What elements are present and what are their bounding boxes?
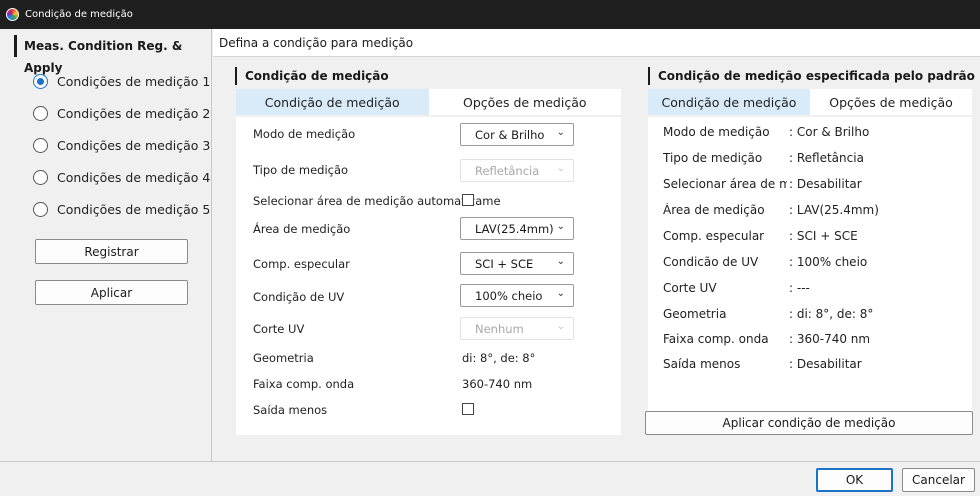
std-geometry-label: Geometria bbox=[663, 307, 727, 321]
standard-section-title: Condição de medição especificada pelo pa… bbox=[648, 67, 975, 85]
type-label: Tipo de medição bbox=[253, 163, 349, 177]
std-minus-output-label: Saída menos bbox=[663, 357, 741, 371]
wavelength-value: 360-740 nm bbox=[462, 377, 533, 391]
wavelength-label: Faixa comp. onda bbox=[253, 377, 355, 391]
std-mode-value: : Cor & Brilho bbox=[789, 125, 870, 139]
chevron-down-icon: ⌄ bbox=[556, 221, 565, 232]
radio-label: Condições de medição 4 bbox=[57, 170, 211, 185]
left-panel: Meas. Condition Reg. & Apply Condições d… bbox=[0, 29, 212, 461]
std-specular-label: Comp. especular bbox=[663, 229, 765, 243]
condition-radio-1[interactable]: Condições de medição 1 bbox=[33, 74, 210, 89]
std-type-value: : Refletância bbox=[789, 151, 864, 165]
tab-measurement-condition[interactable]: Condição de medição bbox=[236, 89, 429, 115]
uv-label: Condição de UV bbox=[253, 290, 345, 304]
chevron-down-icon: ⌄ bbox=[556, 256, 565, 267]
area-select[interactable]: LAV(25.4mm) ⌄ bbox=[460, 217, 574, 240]
standard-tabs: Condição de medição Opções de medição bbox=[648, 89, 972, 115]
apply-condition-button[interactable]: Aplicar condição de medição bbox=[645, 411, 973, 435]
std-geometry-value: : di: 8°, de: 8° bbox=[789, 307, 874, 321]
condition-tabs: Condição de medição Opções de medição bbox=[236, 89, 621, 115]
uv-value: 100% cheio bbox=[475, 288, 543, 303]
radio-label: Condições de medição 2 bbox=[57, 106, 211, 121]
chevron-down-icon: ⌄ bbox=[556, 127, 565, 138]
radio-button[interactable] bbox=[33, 74, 48, 89]
std-area-value: : LAV(25.4mm) bbox=[789, 203, 879, 217]
radio-button[interactable] bbox=[33, 202, 48, 217]
dialog-footer: OK Cancelar bbox=[0, 461, 980, 496]
color-wheel-icon bbox=[6, 8, 19, 21]
std-specular-value: : SCI + SCE bbox=[789, 229, 858, 243]
auto-area-checkbox[interactable] bbox=[462, 194, 474, 206]
std-area-label: Área de medição bbox=[663, 203, 765, 217]
specular-label: Comp. especular bbox=[253, 257, 350, 271]
condition-radio-2[interactable]: Condições de medição 2 bbox=[33, 106, 210, 121]
radio-label: Condições de medição 1 bbox=[57, 74, 211, 89]
apply-button[interactable]: Aplicar bbox=[35, 280, 188, 305]
condition-radio-5[interactable]: Condições de medição 5 bbox=[33, 202, 210, 217]
radio-label: Condições de medição 5 bbox=[57, 202, 211, 217]
radio-button[interactable] bbox=[33, 106, 48, 121]
geometry-value: di: 8°, de: 8° bbox=[462, 351, 536, 365]
chevron-down-icon: ⌄ bbox=[556, 163, 565, 174]
condition-section-title: Condição de medição bbox=[235, 67, 389, 85]
area-value: LAV(25.4mm) bbox=[475, 221, 554, 236]
tab-measurement-options[interactable]: Opções de medição bbox=[428, 89, 621, 115]
std-uv-value: : 100% cheio bbox=[789, 255, 868, 269]
chevron-down-icon: ⌄ bbox=[556, 288, 565, 299]
title-bar: Condição de medição bbox=[0, 0, 980, 29]
type-select[interactable]: Refletância ⌄ bbox=[460, 159, 574, 182]
content-header: Defina a condição para medição bbox=[213, 29, 980, 57]
condition-radio-4[interactable]: Condições de medição 4 bbox=[33, 170, 210, 185]
tab-standard-condition[interactable]: Condição de medição bbox=[648, 89, 810, 115]
std-minus-output-value: : Desabilitar bbox=[789, 357, 862, 371]
uv-cut-value: Nenhum bbox=[475, 321, 524, 336]
std-mode-label: Modo de medição bbox=[663, 125, 770, 139]
mode-label: Modo de medição bbox=[253, 127, 356, 141]
std-uv-label: Condicão de UV bbox=[663, 255, 759, 269]
std-uv-cut-label: Corte UV bbox=[663, 281, 717, 295]
uv-cut-label: Corte UV bbox=[253, 322, 305, 336]
register-button[interactable]: Registrar bbox=[35, 239, 188, 264]
radio-button[interactable] bbox=[33, 138, 48, 153]
std-uv-cut-value: : --- bbox=[789, 281, 810, 295]
std-auto-area-label: Selecionar área de medição automaticamen… bbox=[663, 177, 787, 191]
type-value: Refletância bbox=[475, 163, 540, 178]
std-type-label: Tipo de medição bbox=[663, 151, 763, 165]
std-wavelength-value: : 360-740 nm bbox=[789, 332, 871, 346]
chevron-down-icon: ⌄ bbox=[556, 321, 565, 332]
minus-output-label: Saída menos bbox=[253, 403, 328, 417]
uv-select[interactable]: 100% cheio ⌄ bbox=[460, 284, 574, 307]
radio-label: Condições de medição 3 bbox=[57, 138, 211, 153]
cancel-button[interactable]: Cancelar bbox=[902, 468, 975, 492]
std-auto-area-value: : Desabilitar bbox=[789, 177, 862, 191]
radio-button[interactable] bbox=[33, 170, 48, 185]
condition-radio-3[interactable]: Condições de medição 3 bbox=[33, 138, 210, 153]
ok-button[interactable]: OK bbox=[816, 468, 893, 492]
geometry-label: Geometria bbox=[253, 351, 314, 365]
specular-value: SCI + SCE bbox=[475, 256, 534, 271]
window-title: Condição de medição bbox=[25, 9, 133, 20]
minus-output-checkbox[interactable] bbox=[462, 403, 474, 415]
dialog-window: Meas. Condition Reg. & Apply Condições d… bbox=[0, 29, 980, 496]
std-wavelength-label: Faixa comp. onda bbox=[663, 332, 769, 346]
left-panel-header: Meas. Condition Reg. & Apply bbox=[14, 35, 210, 75]
area-label: Área de medição bbox=[253, 222, 351, 236]
specular-select[interactable]: SCI + SCE ⌄ bbox=[460, 252, 574, 275]
mode-value: Cor & Brilho bbox=[475, 127, 545, 142]
tab-standard-options[interactable]: Opções de medição bbox=[810, 89, 972, 115]
mode-select[interactable]: Cor & Brilho ⌄ bbox=[460, 123, 574, 146]
uv-cut-select[interactable]: Nenhum ⌄ bbox=[460, 317, 574, 340]
